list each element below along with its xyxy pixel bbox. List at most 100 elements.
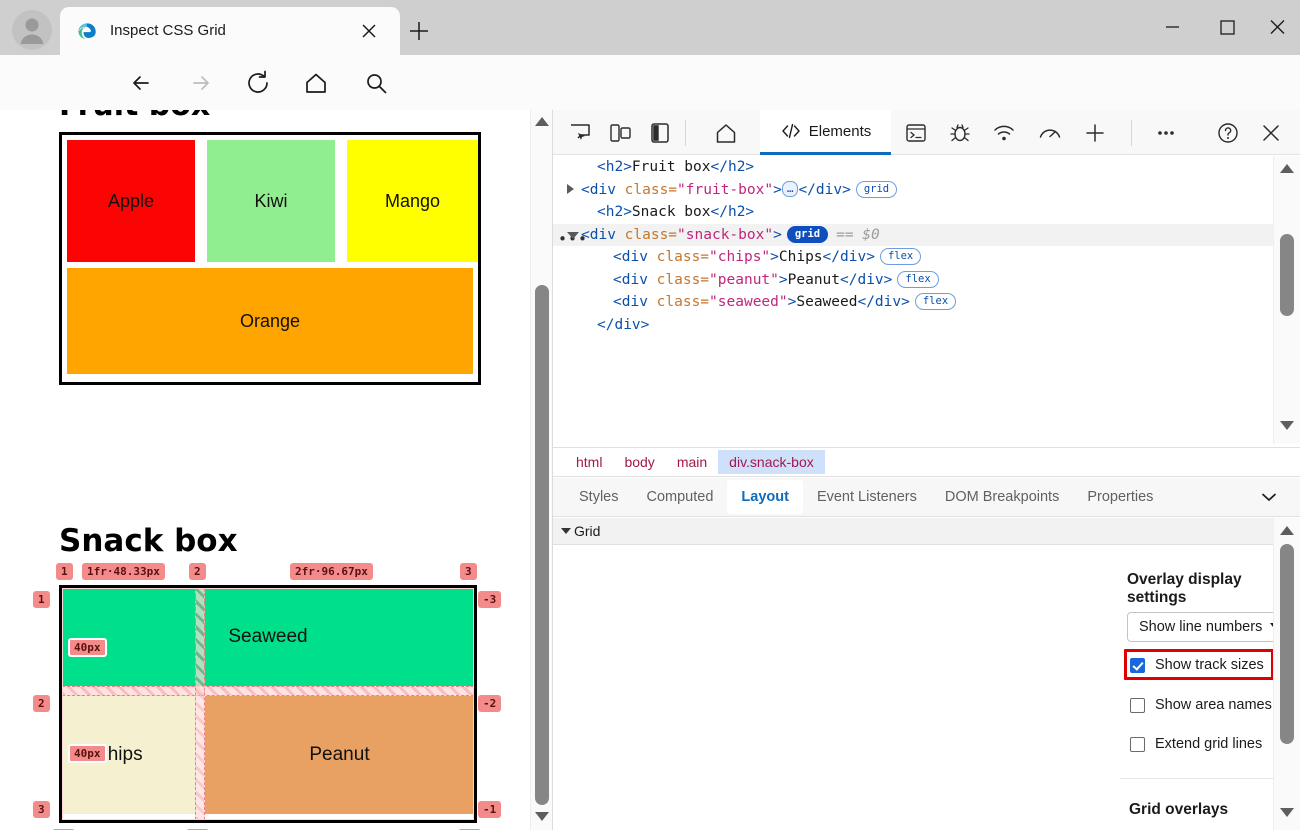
grid-panel-scrollbar[interactable]	[1273, 518, 1300, 830]
dom-node-row[interactable]: </div>	[553, 314, 1285, 337]
checkbox-show-track-sizes-box[interactable]	[1130, 657, 1145, 673]
dom-attr: class=	[624, 181, 678, 198]
panel-tab-computed[interactable]: Computed	[633, 480, 728, 514]
inspect-element-icon[interactable]	[565, 119, 595, 147]
dom-tag: </h2>	[710, 204, 755, 220]
grid-section-header[interactable]: Grid	[553, 518, 1300, 545]
page-scrollbar-thumb[interactable]	[535, 285, 549, 805]
browser-tab[interactable]: Inspect CSS Grid	[60, 7, 400, 55]
panel-tab-event-listeners[interactable]: Event Listeners	[803, 480, 931, 514]
performance-gauge-icon[interactable]	[1035, 119, 1065, 147]
dom-attr: class=	[656, 249, 710, 265]
checkbox-show-area-names-box[interactable]	[1130, 697, 1145, 713]
edge-logo-icon	[78, 23, 96, 39]
dom-tag: </div>	[798, 181, 851, 198]
chevron-down-icon[interactable]	[1259, 490, 1279, 509]
more-tools-icon[interactable]	[1151, 119, 1181, 147]
dom-txt: Snack box	[631, 204, 711, 220]
reload-icon[interactable]	[242, 67, 274, 99]
panel-tab-dom-breakpoints[interactable]: DOM Breakpoints	[931, 480, 1073, 514]
page-scrollbar[interactable]	[530, 110, 552, 830]
breadcrumb[interactable]: html body main div.snack-box	[553, 447, 1300, 477]
panel-tab-styles[interactable]: Styles	[565, 480, 633, 514]
checkbox-extend-grid-lines-label: Extend grid lines	[1155, 736, 1263, 752]
breadcrumb-item-body[interactable]: body	[613, 450, 665, 474]
expand-triangle-icon[interactable]	[567, 183, 574, 194]
checkbox-extend-grid-lines[interactable]: Extend grid lines	[1130, 736, 1262, 752]
dom-tag: <h2>	[597, 204, 632, 220]
checkbox-show-track-sizes[interactable]: Show track sizes	[1130, 657, 1264, 673]
code-brackets-icon	[781, 123, 800, 139]
close-tab-icon[interactable]	[358, 20, 380, 42]
tab-elements[interactable]: Elements	[760, 110, 891, 155]
debugger-bug-icon[interactable]	[945, 119, 975, 147]
dom-node-row[interactable]: <h2>Fruit box</h2>	[553, 156, 1285, 179]
checkbox-extend-grid-lines-box[interactable]	[1130, 736, 1145, 752]
close-devtools-icon[interactable]	[1256, 119, 1286, 147]
dom-tag: >	[773, 181, 782, 198]
badge-flex[interactable]: flex	[879, 248, 922, 265]
devtools-home-icon[interactable]	[711, 119, 741, 147]
dom-txt: Chips	[778, 249, 823, 265]
dom-tree-scrollbar[interactable]	[1273, 156, 1300, 444]
badge-flex[interactable]: flex	[897, 270, 939, 288]
badge-flex[interactable]: flex	[914, 293, 957, 310]
dock-panel-icon[interactable]	[645, 119, 675, 147]
add-tool-icon[interactable]	[1080, 119, 1110, 147]
dom-node-row[interactable]: <div class="chips">Chips</div> flex	[553, 246, 1285, 269]
dom-node-row[interactable]: ••• <div class="snack-box"> grid == $0	[553, 223, 1285, 248]
close-window-button[interactable]	[1255, 13, 1300, 41]
grid-row-line-neg-2: -2	[478, 695, 502, 712]
grid-scroll-down-arrow[interactable]	[1280, 808, 1294, 817]
tab-title: Inspect CSS Grid	[110, 22, 226, 39]
breadcrumb-item-main[interactable]: main	[666, 450, 718, 474]
help-icon[interactable]	[1213, 119, 1243, 147]
back-arrow-icon[interactable]	[126, 67, 158, 99]
console-icon[interactable]	[901, 119, 931, 147]
dom-attr: class=	[624, 226, 678, 243]
breadcrumb-item-html[interactable]: html	[565, 450, 613, 474]
grid-scrollbar-thumb[interactable]	[1280, 544, 1294, 744]
grid-row-line-1: 1	[33, 591, 50, 608]
dom-node-row[interactable]: <div class="fruit-box">… </div> grid	[553, 179, 1285, 202]
fruit-cell-kiwi: Kiwi	[207, 140, 335, 262]
badge-grid[interactable]: grid	[855, 180, 898, 198]
dom-node-row[interactable]: <div class="seaweed">Seaweed</div> flex	[553, 291, 1285, 314]
expand-children-icon[interactable]: …	[781, 180, 799, 197]
dom-tag: <div	[613, 271, 657, 288]
minimize-button[interactable]	[1150, 13, 1195, 41]
dom-scroll-up-arrow[interactable]	[1280, 164, 1294, 173]
panel-tab-layout[interactable]: Layout	[727, 480, 803, 514]
panel-tabs[interactable]: Styles Computed Layout Event Listeners DOM B…	[553, 478, 1300, 517]
grid-scroll-up-arrow[interactable]	[1280, 526, 1294, 535]
dom-node-row[interactable]: <h2>Snack box</h2>	[553, 201, 1285, 224]
grid-column-gap	[195, 588, 205, 820]
page-scroll-down-arrow[interactable]	[535, 812, 549, 821]
dom-attr: class=	[656, 294, 710, 310]
forward-arrow-icon	[184, 67, 216, 99]
dom-tag: <div	[581, 181, 625, 198]
dom-node-row[interactable]: <div class="peanut">Peanut</div> flex	[553, 269, 1285, 292]
panel-tab-properties[interactable]: Properties	[1073, 480, 1167, 514]
page-scroll-up-arrow[interactable]	[535, 117, 549, 126]
dom-tree[interactable]: <h2>Fruit box</h2> <div class="fruit-box"…	[553, 156, 1285, 440]
badge-grid-active[interactable]: grid	[786, 225, 829, 243]
home-icon[interactable]	[300, 67, 332, 99]
dom-scroll-down-arrow[interactable]	[1280, 421, 1294, 430]
profile-avatar[interactable]	[12, 10, 52, 50]
breadcrumb-item-div-snack-box[interactable]: div.snack-box	[718, 450, 825, 474]
dom-tag: >	[773, 226, 782, 243]
network-icon[interactable]	[989, 119, 1019, 147]
dom-val: "fruit-box"	[677, 181, 774, 198]
fruit-box-row: Apple Kiwi Mango	[67, 140, 478, 262]
checkbox-show-area-names[interactable]: Show area names	[1130, 697, 1272, 713]
dom-tag: </div>	[857, 294, 910, 310]
new-tab-button[interactable]	[405, 17, 433, 45]
device-emulation-icon[interactable]	[605, 119, 635, 147]
search-icon[interactable]	[360, 67, 392, 99]
fruit-box-heading: Fruit box	[59, 110, 536, 123]
maximize-button[interactable]	[1205, 13, 1250, 41]
dom-txt: Seaweed	[796, 294, 858, 310]
collapse-triangle-icon[interactable]	[567, 231, 579, 244]
dom-scrollbar-thumb[interactable]	[1280, 234, 1294, 316]
